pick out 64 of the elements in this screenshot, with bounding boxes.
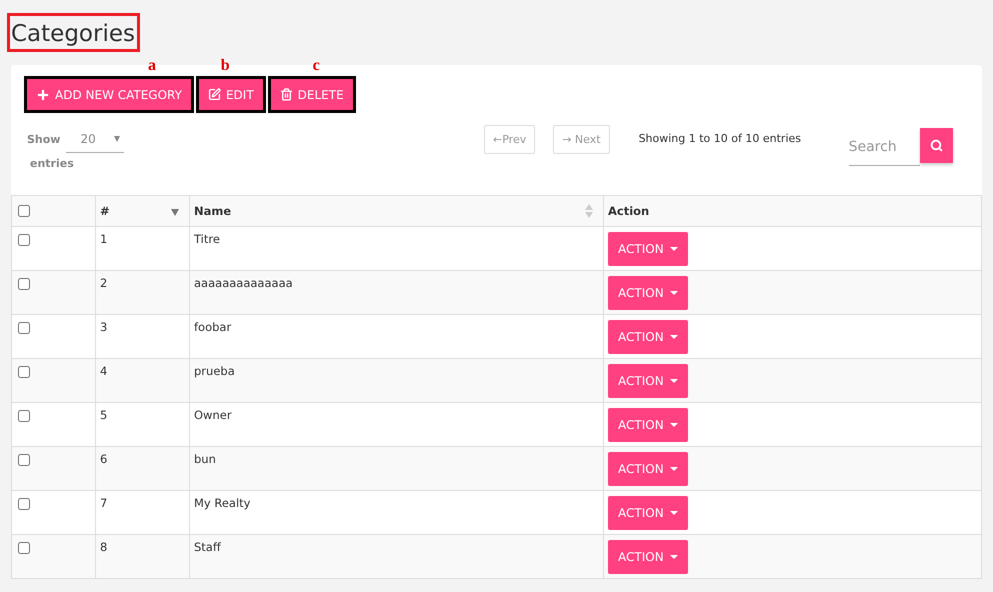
action-button[interactable]: ACTION: [608, 364, 688, 398]
row-checkbox[interactable]: [18, 278, 30, 290]
table-cell: My Realty: [194, 496, 250, 510]
sort-icon[interactable]: [171, 209, 179, 216]
page-length-select[interactable]: 20: [66, 125, 124, 153]
table-cell: 5: [100, 408, 108, 422]
search-button[interactable]: [920, 128, 953, 163]
annotation-letter: b: [220, 58, 230, 74]
next-button[interactable]: → Next: [553, 125, 610, 154]
table-cell: aaaaaaaaaaaaaa: [194, 276, 293, 290]
table-cell: 2: [100, 276, 108, 290]
action-button[interactable]: ACTION: [608, 232, 688, 266]
table-cell: 8: [100, 540, 108, 554]
table-cell: 4: [100, 364, 108, 378]
select-all-checkbox[interactable]: [18, 204, 30, 216]
action-button[interactable]: ACTION: [608, 452, 688, 486]
dropdown-icon: [114, 136, 120, 142]
entries-label: entries: [30, 157, 75, 170]
plus-icon: [36, 88, 50, 102]
action-button[interactable]: ACTION: [608, 320, 688, 354]
table-cell: Titre: [194, 232, 220, 246]
caret-icon: [670, 335, 678, 339]
table-cell: foobar: [194, 320, 232, 334]
caret-icon: [670, 511, 678, 515]
row-checkbox[interactable]: [18, 322, 30, 334]
table-cell: 3: [100, 320, 108, 334]
table-cell: bun: [194, 452, 216, 466]
caret-icon: [670, 467, 678, 471]
table-cell: 6: [100, 452, 108, 466]
table-cell: 1: [100, 232, 108, 246]
action-button[interactable]: ACTION: [608, 540, 688, 574]
caret-icon: [670, 423, 678, 427]
pencil-icon: [208, 88, 221, 101]
trash-icon: [280, 88, 293, 101]
row-checkbox[interactable]: [18, 454, 30, 466]
row-checkbox[interactable]: [18, 542, 30, 554]
table-cell: Staff: [194, 540, 221, 554]
action-button[interactable]: ACTION: [608, 276, 688, 310]
search-icon: [930, 139, 943, 152]
annotation-letter: a: [148, 58, 156, 74]
row-checkbox[interactable]: [18, 234, 30, 246]
delete-button[interactable]: DELETE: [268, 76, 356, 113]
action-button[interactable]: ACTION: [608, 496, 688, 530]
add-button[interactable]: ADD NEW CATEGORY: [24, 76, 194, 113]
entries-info: Showing 1 to 10 of 10 entries: [638, 132, 802, 145]
column-header: Name: [194, 204, 232, 218]
annotation-letter: c: [312, 58, 320, 74]
caret-icon: [670, 555, 678, 559]
row-checkbox[interactable]: [18, 498, 30, 510]
action-button[interactable]: ACTION: [608, 408, 688, 442]
caret-icon: [670, 291, 678, 295]
column-header: Action: [608, 204, 650, 218]
show-label: Show: [27, 132, 60, 146]
page-title: Categories: [7, 13, 140, 52]
table-cell: Owner: [194, 408, 232, 422]
row-checkbox[interactable]: [18, 410, 30, 422]
prev-button[interactable]: ←Prev: [484, 125, 536, 154]
row-checkbox[interactable]: [18, 366, 30, 378]
edit-button[interactable]: EDIT: [196, 76, 266, 113]
caret-icon: [670, 247, 678, 251]
caret-icon: [670, 379, 678, 383]
table-cell: prueba: [194, 364, 235, 378]
column-header: #: [100, 204, 110, 218]
table-cell: 7: [100, 496, 108, 510]
